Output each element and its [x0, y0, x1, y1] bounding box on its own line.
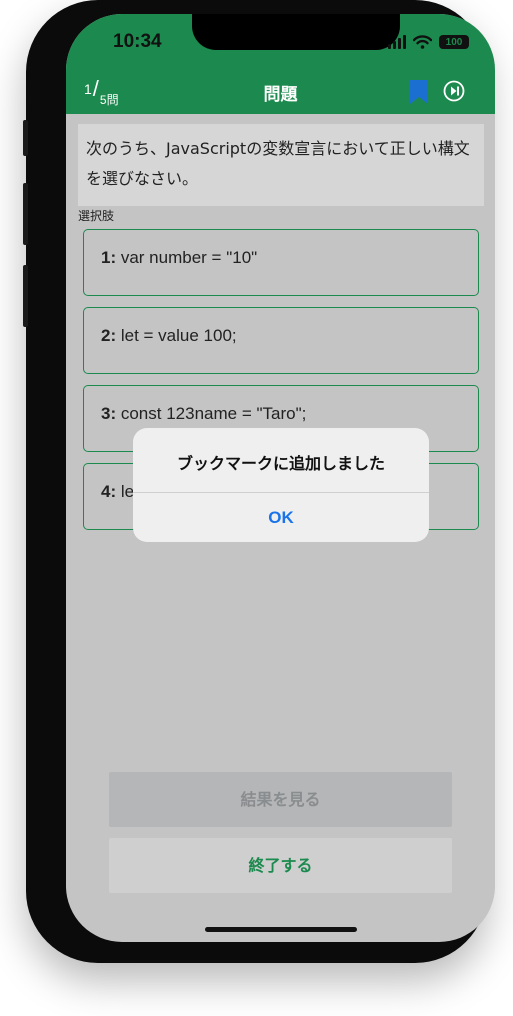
volume-up-button	[23, 183, 28, 245]
bookmark-icon[interactable]	[409, 79, 429, 105]
choice-text: var number = "10"	[116, 248, 258, 267]
end-button[interactable]: 終了する	[109, 838, 452, 893]
choice-number: 2:	[101, 326, 117, 345]
status-time: 10:34	[113, 31, 162, 52]
choice-text: let = value 100;	[116, 326, 237, 345]
view-result-button[interactable]: 結果を見る	[109, 772, 452, 827]
cellular-signal-icon	[388, 35, 406, 49]
alert-message: ブックマークに追加しました	[176, 454, 385, 473]
choice-2[interactable]: 2: let = value 100;	[83, 307, 479, 374]
screen: 10:34 100 1/5問 問題 次のうち、JavaScriptの変数宣言にお…	[66, 14, 495, 942]
battery-icon: 100	[439, 35, 469, 49]
header-bar: 10:34 100 1/5問 問題	[66, 14, 495, 114]
status-icons: 100	[388, 34, 469, 50]
choice-number: 1:	[101, 248, 117, 267]
home-indicator	[205, 927, 357, 932]
skip-next-icon[interactable]	[443, 80, 465, 102]
choices-label: 選択肢	[78, 209, 115, 223]
alert-ok-button[interactable]: OK	[133, 493, 429, 542]
choice-number: 3:	[101, 404, 117, 423]
question-text: 次のうち、JavaScriptの変数宣言において正しい構文を選びなさい。	[78, 124, 484, 206]
nav-bar: 1/5問 問題	[66, 74, 495, 114]
choice-text: le	[116, 482, 135, 501]
choice-1[interactable]: 1: var number = "10"	[83, 229, 479, 296]
wifi-icon	[413, 35, 432, 49]
page-title: 問題	[263, 85, 298, 105]
alert-dialog: ブックマークに追加しました OK	[133, 428, 429, 542]
choice-text: const 123name = "Taro";	[116, 404, 307, 423]
volume-down-button	[23, 265, 28, 327]
notch	[192, 14, 400, 50]
mute-switch	[23, 120, 28, 156]
choice-number: 4:	[101, 482, 117, 501]
phone-frame: 10:34 100 1/5問 問題 次のうち、JavaScriptの変数宣言にお…	[23, 0, 495, 963]
